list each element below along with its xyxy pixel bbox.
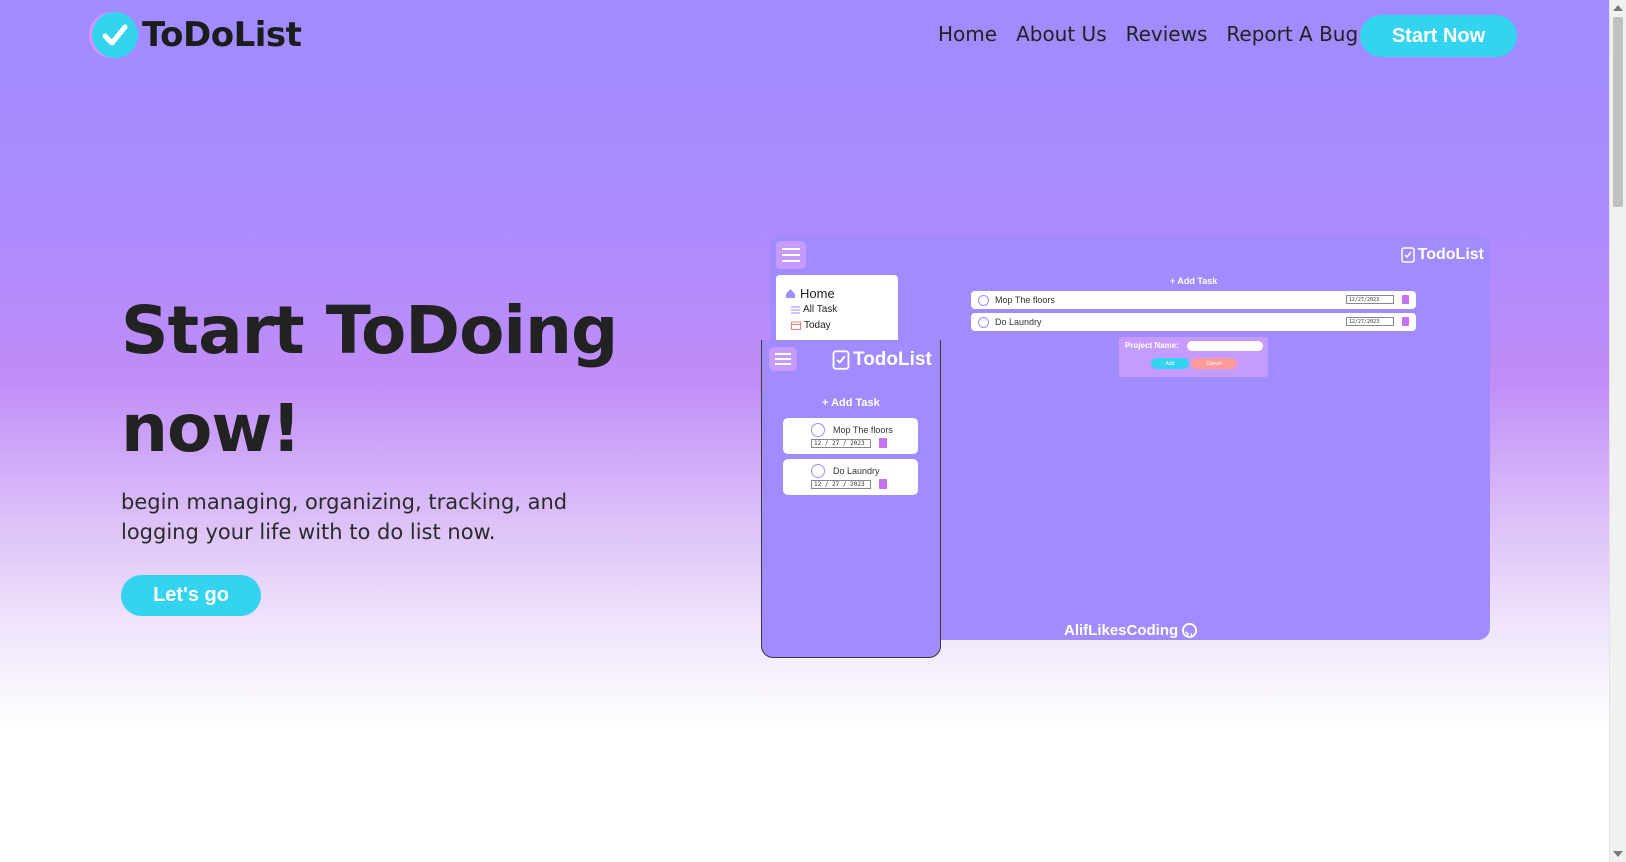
brand-logo[interactable]: ToDoList <box>92 12 302 58</box>
home-icon <box>786 289 795 298</box>
credit-text: AlifLikesCoding <box>1064 622 1179 639</box>
desktop-brand: TodoList <box>1400 246 1484 264</box>
checklist-icon <box>832 350 850 370</box>
task-check-circle-icon <box>811 423 825 437</box>
mobile-task-card: Mop The floors 12 / 27 / 2023 <box>783 418 918 454</box>
hamburger-menu-icon <box>776 241 806 269</box>
desktop-add-task: + Add Task <box>1170 276 1218 286</box>
task-check-circle-icon <box>978 316 989 328</box>
trash-icon <box>1402 317 1409 326</box>
nav-reviews[interactable]: Reviews <box>1126 22 1208 46</box>
list-icon <box>791 306 800 313</box>
mobile-task-date: 12 / 27 / 2023 <box>811 439 871 448</box>
checklist-icon <box>1400 247 1415 263</box>
trash-icon <box>1402 295 1409 304</box>
desktop-brand-text: TodoList <box>1417 246 1484 263</box>
nav-links: Home About Us Reviews Report A Bug <box>938 22 1358 46</box>
desktop-sidebar: Home All Task Today <box>776 275 898 345</box>
checkmark-logo-icon <box>92 12 138 58</box>
mobile-brand: TodoList <box>832 349 932 371</box>
project-add-button: Add <box>1151 358 1189 369</box>
hero-title: Start ToDoing now! <box>121 292 618 467</box>
mobile-task-date: 12 / 27 / 2023 <box>811 480 871 489</box>
page-scrollbar[interactable] <box>1609 0 1626 862</box>
task-check-circle-icon <box>811 464 825 478</box>
lets-go-button[interactable]: Let's go <box>121 575 261 616</box>
trash-icon <box>879 479 887 489</box>
desktop-task-date: 12/27/2023 <box>1346 317 1394 326</box>
sidebar-home-label: Home <box>800 286 835 301</box>
desktop-task-date: 12/27/2023 <box>1346 295 1394 304</box>
navbar: ToDoList Home About Us Reviews Report A … <box>0 0 1609 72</box>
desktop-task-row: Mop The floors 12/27/2023 <box>971 291 1416 309</box>
mobile-task-card: Do Laundry 12 / 27 / 2023 <box>783 459 918 495</box>
desktop-task-row: Do Laundry 12/27/2023 <box>971 313 1416 331</box>
calendar-icon <box>791 321 801 330</box>
sidebar-today-label: Today <box>804 320 831 331</box>
hamburger-menu-icon <box>769 347 797 371</box>
project-name-input <box>1187 341 1263 351</box>
nav-report-bug[interactable]: Report A Bug <box>1226 22 1358 46</box>
hero-subtitle: begin managing, organizing, tracking, an… <box>121 490 568 544</box>
sidebar-all-task-label: All Task <box>803 304 838 315</box>
project-cancel-button: Cancel <box>1191 358 1237 369</box>
github-icon <box>1182 623 1198 638</box>
nav-about-us[interactable]: About Us <box>1016 22 1107 46</box>
brand-name: ToDoList <box>142 15 302 55</box>
start-now-button[interactable]: Start Now <box>1360 15 1517 57</box>
preview-credit: AlifLikesCoding <box>1064 622 1198 639</box>
project-form: Project Name: Add Cancel <box>1119 337 1268 377</box>
desktop-task-name: Do Laundry <box>995 317 1042 327</box>
nav-home[interactable]: Home <box>938 22 997 46</box>
sidebar-item-today: Today <box>791 320 831 331</box>
project-name-label: Project Name: <box>1125 341 1179 350</box>
mobile-brand-text: TodoList <box>853 349 932 370</box>
mobile-preview-image: TodoList + Add Task Mop The floors 12 / … <box>761 340 941 658</box>
mobile-add-task: + Add Task <box>822 397 880 409</box>
scroll-up-arrow-icon[interactable] <box>1613 5 1623 11</box>
scroll-down-arrow-icon[interactable] <box>1613 851 1623 857</box>
trash-icon <box>879 438 887 448</box>
sidebar-item-all-task: All Task <box>791 304 837 315</box>
scrollbar-thumb[interactable] <box>1613 17 1623 207</box>
desktop-task-name: Mop The floors <box>995 295 1055 305</box>
task-check-circle-icon <box>978 294 989 306</box>
mobile-task-name: Mop The floors <box>833 425 893 435</box>
mobile-task-name: Do Laundry <box>833 466 880 476</box>
sidebar-item-home: Home <box>785 286 835 301</box>
